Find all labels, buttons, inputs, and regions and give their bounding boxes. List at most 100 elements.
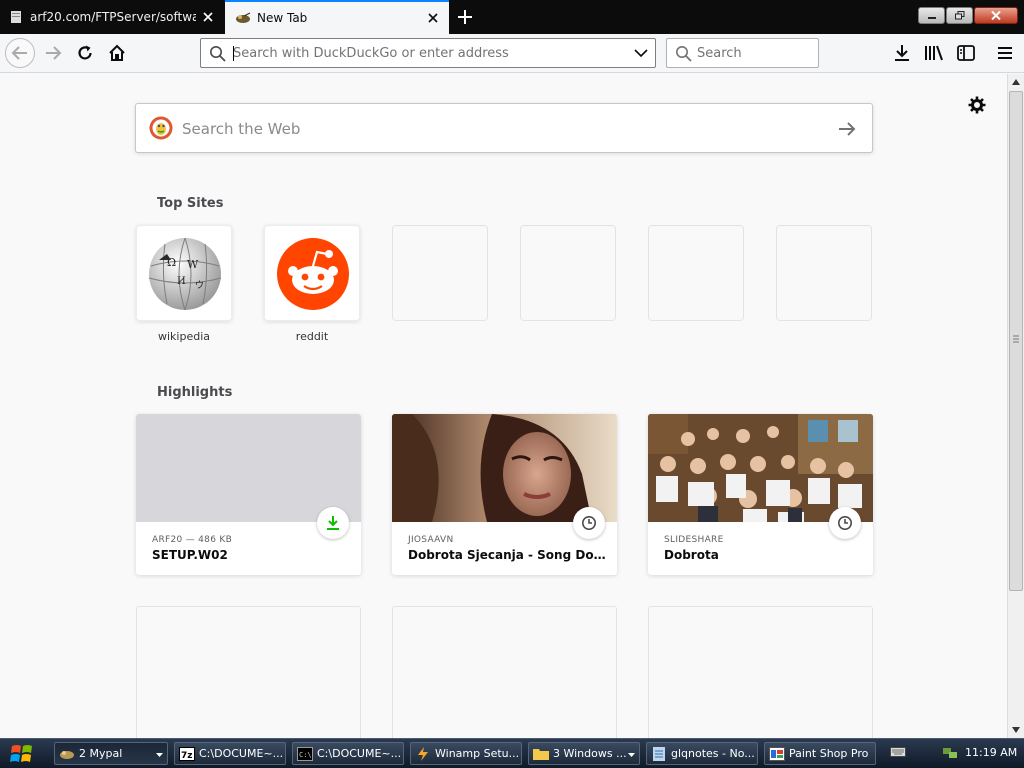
back-button[interactable] — [5, 38, 35, 68]
taskbar-item-explorer[interactable]: 3 Windows ... — [528, 742, 640, 765]
highlight-card[interactable]: JIOSAAVN Dobrota Sjecanja - Song Downloa… — [392, 414, 617, 575]
scroll-up-arrow-icon[interactable] — [1008, 74, 1024, 90]
clock[interactable]: 11:19 AM — [965, 746, 1017, 759]
tab-new-tab[interactable]: New Tab — [225, 0, 449, 34]
history-clock-icon — [829, 507, 861, 539]
vertical-scrollbar[interactable] — [1007, 74, 1024, 738]
top-site-empty-slot[interactable] — [392, 225, 488, 321]
top-site-reddit[interactable] — [264, 225, 360, 321]
taskbar-item-7zip[interactable]: 7z C:\DOCUME~... — [174, 742, 286, 765]
taskbar-item-label: Winamp Setu... — [435, 747, 520, 760]
top-site-label: wikipedia — [157, 330, 210, 343]
arrow-right-icon[interactable] — [836, 118, 858, 140]
taskbar-item-label: Paint Shop Pro — [789, 747, 869, 760]
close-tab-icon[interactable] — [421, 6, 445, 30]
reload-button[interactable] — [70, 38, 100, 68]
taskbar-item-winamp[interactable]: Winamp Setu... — [410, 742, 522, 765]
search-input[interactable] — [697, 43, 812, 63]
card-thumbnail-photo — [648, 414, 873, 522]
restore-icon[interactable] — [946, 7, 973, 24]
wikipedia-globe-icon: Ω W И ウ — [148, 237, 222, 311]
scroll-thumb[interactable] — [1009, 91, 1023, 591]
download-icon — [895, 45, 909, 61]
taskbar-item-label: glqnotes - No... — [671, 747, 755, 760]
search-box[interactable] — [666, 38, 819, 68]
svg-text:7z: 7z — [181, 751, 193, 761]
winamp-icon — [415, 746, 431, 762]
forward-button[interactable] — [38, 38, 68, 68]
card-title: SETUP.W02 — [152, 548, 228, 562]
gear-icon[interactable] — [966, 94, 988, 116]
new-tab-page: Top Sites Ω W И ウ wikipedia reddit Highl… — [0, 74, 1007, 738]
sidebar-button[interactable] — [954, 41, 978, 65]
library-button[interactable] — [922, 41, 946, 65]
web-search-box[interactable] — [135, 103, 873, 153]
close-window-icon[interactable] — [974, 7, 1018, 24]
top-site-empty-slot[interactable] — [520, 225, 616, 321]
system-tray: 11:19 AM — [880, 742, 1024, 765]
close-tab-icon[interactable] — [196, 5, 220, 29]
new-tab-plus-icon[interactable] — [452, 5, 478, 29]
svg-text:И: И — [177, 276, 186, 287]
taskbar-item-label: 2 Mypal — [79, 747, 123, 760]
card-title: Dobrota Sjecanja - Song Download from Do… — [408, 548, 608, 562]
sidebar-icon — [957, 45, 975, 61]
taskbar-item-label: C:\DOCUME~... — [317, 747, 402, 760]
hamburger-menu-icon — [998, 47, 1012, 59]
downloads-button[interactable] — [890, 41, 914, 65]
highlight-card[interactable]: SLIDESHARE Dobrota — [648, 414, 873, 575]
scroll-down-arrow-icon[interactable] — [1008, 722, 1024, 738]
start-button[interactable] — [0, 739, 44, 768]
taskbar-item-label: 3 Windows ... — [553, 747, 627, 760]
tab-strip: arf20.com/FTPServer/software/te New Tab — [0, 0, 1024, 34]
top-site-empty-slot[interactable] — [648, 225, 744, 321]
network-icon[interactable] — [942, 745, 958, 764]
forward-arrow-icon — [46, 46, 62, 60]
taskbar-item-notepad[interactable]: glqnotes - No... — [646, 742, 758, 765]
back-arrow-icon — [11, 46, 27, 60]
card-source: ARF20 — 486 KB — [152, 535, 233, 545]
chevron-down-icon[interactable] — [633, 45, 649, 61]
card-title: Dobrota — [664, 548, 719, 562]
card-thumbnail-photo — [392, 414, 617, 522]
taskbar-item-label: C:\DOCUME~... — [199, 747, 284, 760]
address-input[interactable] — [233, 43, 623, 63]
card-thumbnail — [136, 414, 361, 522]
paintshop-icon — [769, 746, 785, 762]
download-icon — [317, 507, 349, 539]
chevron-down-icon — [156, 747, 163, 760]
minimize-icon[interactable] — [918, 7, 945, 24]
taskbar-item-paintshop[interactable]: Paint Shop Pro — [764, 742, 876, 765]
card-source: JIOSAAVN — [408, 535, 454, 545]
search-icon — [210, 46, 226, 62]
top-site-wikipedia[interactable]: Ω W И ウ — [136, 225, 232, 321]
page-icon — [8, 9, 24, 25]
menu-button[interactable] — [993, 41, 1017, 65]
text-cursor — [233, 46, 234, 61]
svg-text:C:\: C:\ — [299, 751, 312, 759]
tab-title: New Tab — [257, 11, 308, 25]
top-site-label: reddit — [295, 330, 329, 343]
library-icon — [925, 45, 943, 61]
reddit-alien-icon — [277, 238, 349, 310]
taskbar-item-cmd[interactable]: C:\ C:\DOCUME~... — [292, 742, 404, 765]
windows-logo-icon — [10, 745, 32, 762]
tab-ftp[interactable]: arf20.com/FTPServer/software/te — [0, 0, 224, 34]
window-controls — [918, 7, 1018, 24]
folder-icon — [533, 746, 549, 762]
navigation-toolbar — [0, 34, 1024, 73]
web-search-input[interactable] — [182, 117, 802, 141]
top-sites-heading: Top Sites — [157, 196, 224, 211]
card-source: SLIDESHARE — [664, 535, 724, 545]
reload-icon — [78, 45, 92, 60]
top-site-empty-slot[interactable] — [776, 225, 872, 321]
keyboard-icon[interactable] — [890, 746, 906, 761]
chevron-down-icon — [628, 747, 635, 760]
home-button[interactable] — [102, 38, 132, 68]
tab-title: arf20.com/FTPServer/software/te — [30, 10, 196, 24]
duckduckgo-icon — [149, 116, 173, 140]
highlight-placeholder — [392, 606, 617, 738]
address-bar[interactable] — [200, 38, 656, 68]
taskbar-item-mypal[interactable]: 2 Mypal — [54, 742, 168, 765]
highlight-card[interactable]: ARF20 — 486 KB SETUP.W02 — [136, 414, 361, 575]
